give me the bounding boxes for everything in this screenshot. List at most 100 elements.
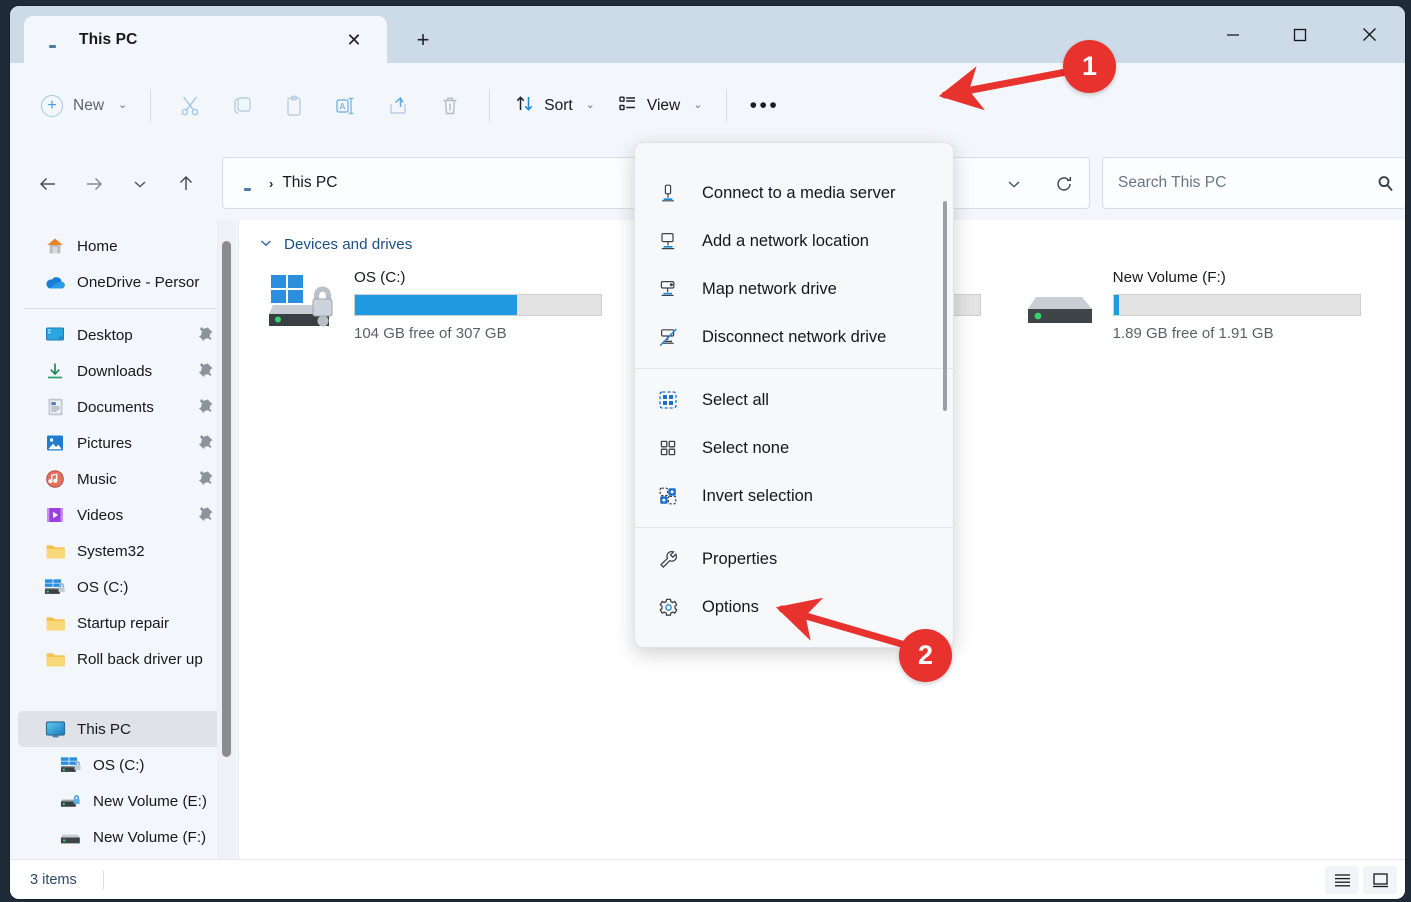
svg-text:A: A — [340, 101, 346, 111]
forward-button[interactable] — [74, 164, 114, 204]
toolbar-divider — [150, 89, 151, 123]
sidebar-item-os-c[interactable]: OS (C:) — [18, 569, 230, 605]
menu-item-properties[interactable]: Properties — [635, 535, 953, 583]
plus-circle-icon: + — [41, 95, 63, 117]
videos-icon — [44, 504, 66, 526]
drive-free-space: 104 GB free of 307 GB — [354, 325, 602, 342]
search-input[interactable] — [1118, 174, 1364, 192]
see-more-context-menu: Undo Connect to a media server Add a netw… — [634, 142, 954, 648]
sidebar-item-label: OS (C:) — [77, 579, 128, 596]
sidebar-item-new-volume-f[interactable]: New Volume (F:) — [18, 819, 230, 855]
sidebar-item-pictures[interactable]: Pictures — [18, 425, 230, 461]
maximize-button[interactable] — [1266, 6, 1333, 63]
menu-item-connect-to-a-media-server[interactable]: Connect to a media server — [635, 169, 953, 217]
sidebar-scrollbar-thumb[interactable] — [222, 241, 231, 757]
sort-button[interactable]: Sort ⌄ — [503, 86, 606, 126]
tab-close-icon[interactable]: ✕ — [341, 27, 367, 53]
chevron-down-icon[interactable] — [989, 159, 1039, 209]
drive-name: New Volume (F:) — [1113, 269, 1361, 286]
drive-icon — [60, 826, 82, 848]
list-view-icon[interactable] — [1325, 866, 1359, 894]
sidebar-item-new-volume-e[interactable]: New Volume (E:) — [18, 783, 230, 819]
add-network-location-icon — [656, 229, 680, 253]
address-bar-actions — [989, 158, 1089, 210]
view-button-label: View — [647, 97, 680, 115]
sidebar-item-label: New Volume (F:) — [93, 829, 206, 846]
up-button[interactable] — [166, 164, 206, 204]
menu-item-label: Add a network location — [702, 232, 869, 251]
sidebar-item-label: Downloads — [77, 363, 152, 380]
pin-icon[interactable] — [198, 362, 214, 381]
cut-button[interactable] — [164, 84, 216, 128]
minimize-button[interactable] — [1199, 6, 1266, 63]
details-view-icon[interactable] — [1363, 866, 1397, 894]
share-button[interactable] — [372, 84, 424, 128]
sidebar-item-home[interactable]: Home — [18, 228, 230, 264]
context-menu-scrollbar[interactable] — [943, 201, 947, 411]
sidebar-item-downloads[interactable]: Downloads — [18, 353, 230, 389]
pin-icon[interactable] — [198, 398, 214, 417]
paste-button[interactable] — [268, 84, 320, 128]
back-button[interactable] — [28, 164, 68, 204]
pin-icon[interactable] — [198, 326, 214, 345]
select-none-icon — [656, 436, 680, 460]
rename-button[interactable]: A — [320, 84, 372, 128]
search-icon[interactable] — [1364, 174, 1405, 193]
context-menu-divider — [635, 368, 953, 369]
sidebar-item-videos[interactable]: Videos — [18, 497, 230, 533]
copy-button[interactable] — [216, 84, 268, 128]
menu-item-map-network-drive[interactable]: Map network drive — [635, 265, 953, 313]
windows-drive-unlocked-icon — [267, 269, 347, 331]
search-box[interactable] — [1102, 157, 1405, 209]
sidebar-item-onedrive-persor[interactable]: OneDrive - Persor — [18, 264, 230, 300]
sidebar-item-documents[interactable]: Documents — [18, 389, 230, 425]
sidebar-item-label: Videos — [77, 507, 123, 524]
sidebar-item-os-c[interactable]: OS (C:) — [18, 747, 230, 783]
close-button[interactable] — [1333, 6, 1405, 63]
downloads-icon — [44, 360, 66, 382]
sidebar-item-label: Roll back driver up — [77, 651, 203, 668]
pin-icon[interactable] — [198, 434, 214, 453]
windows-drive-icon — [60, 754, 82, 776]
see-more-button[interactable]: ••• — [740, 85, 788, 127]
select-all-icon — [656, 388, 680, 412]
new-button[interactable]: + New ⌄ — [31, 86, 137, 126]
sidebar-item-startup-repair[interactable]: Startup repair — [18, 605, 230, 641]
sidebar-item-roll-back-driver-up[interactable]: Roll back driver up — [18, 641, 230, 677]
menu-item-label: Properties — [702, 550, 777, 569]
pin-icon[interactable] — [198, 506, 214, 525]
status-bar: 3 items — [10, 859, 1405, 899]
refresh-icon[interactable] — [1039, 159, 1089, 209]
sidebar-item-system32[interactable]: System32 — [18, 533, 230, 569]
drive-item[interactable]: OS (C:)104 GB free of 307 GB — [267, 265, 646, 342]
pin-icon[interactable] — [198, 470, 214, 489]
drive-info: OS (C:)104 GB free of 307 GB — [354, 265, 602, 342]
new-tab-button[interactable]: + — [407, 26, 439, 54]
drive-capacity-fill — [1114, 295, 1119, 315]
view-button[interactable]: View ⌄ — [606, 86, 714, 126]
sidebar-item-this-pc[interactable]: This PC — [18, 711, 230, 747]
status-divider — [103, 871, 104, 889]
pictures-icon — [44, 432, 66, 454]
windows-drive-icon — [44, 576, 66, 598]
menu-item-disconnect-network-drive[interactable]: Disconnect network drive — [635, 313, 953, 361]
breadcrumb-label[interactable]: This PC — [282, 174, 337, 192]
menu-item-options[interactable]: Options — [635, 583, 953, 631]
menu-item-select-none[interactable]: Select none — [635, 424, 953, 472]
sidebar-item-label: Desktop — [77, 327, 133, 344]
tab-label: This PC — [79, 31, 137, 49]
drive-item[interactable]: New Volume (F:)1.89 GB free of 1.91 GB — [1026, 265, 1405, 342]
chevron-down-icon: ⌄ — [118, 100, 127, 111]
menu-item-invert-selection[interactable]: Invert selection — [635, 472, 953, 520]
sidebar-item-music[interactable]: Music — [18, 461, 230, 497]
chevron-down-icon[interactable] — [259, 236, 273, 253]
window-controls — [1199, 6, 1405, 63]
tab-this-pc[interactable]: This PC ✕ — [24, 16, 387, 63]
recent-locations-button[interactable] — [120, 164, 160, 204]
menu-item-select-all[interactable]: Select all — [635, 376, 953, 424]
menu-item-label: Invert selection — [702, 487, 813, 506]
menu-item-add-a-network-location[interactable]: Add a network location — [635, 217, 953, 265]
delete-button[interactable] — [424, 84, 476, 128]
clipped-undo-item[interactable]: Undo — [635, 143, 953, 169]
sidebar-item-desktop[interactable]: Desktop — [18, 317, 230, 353]
